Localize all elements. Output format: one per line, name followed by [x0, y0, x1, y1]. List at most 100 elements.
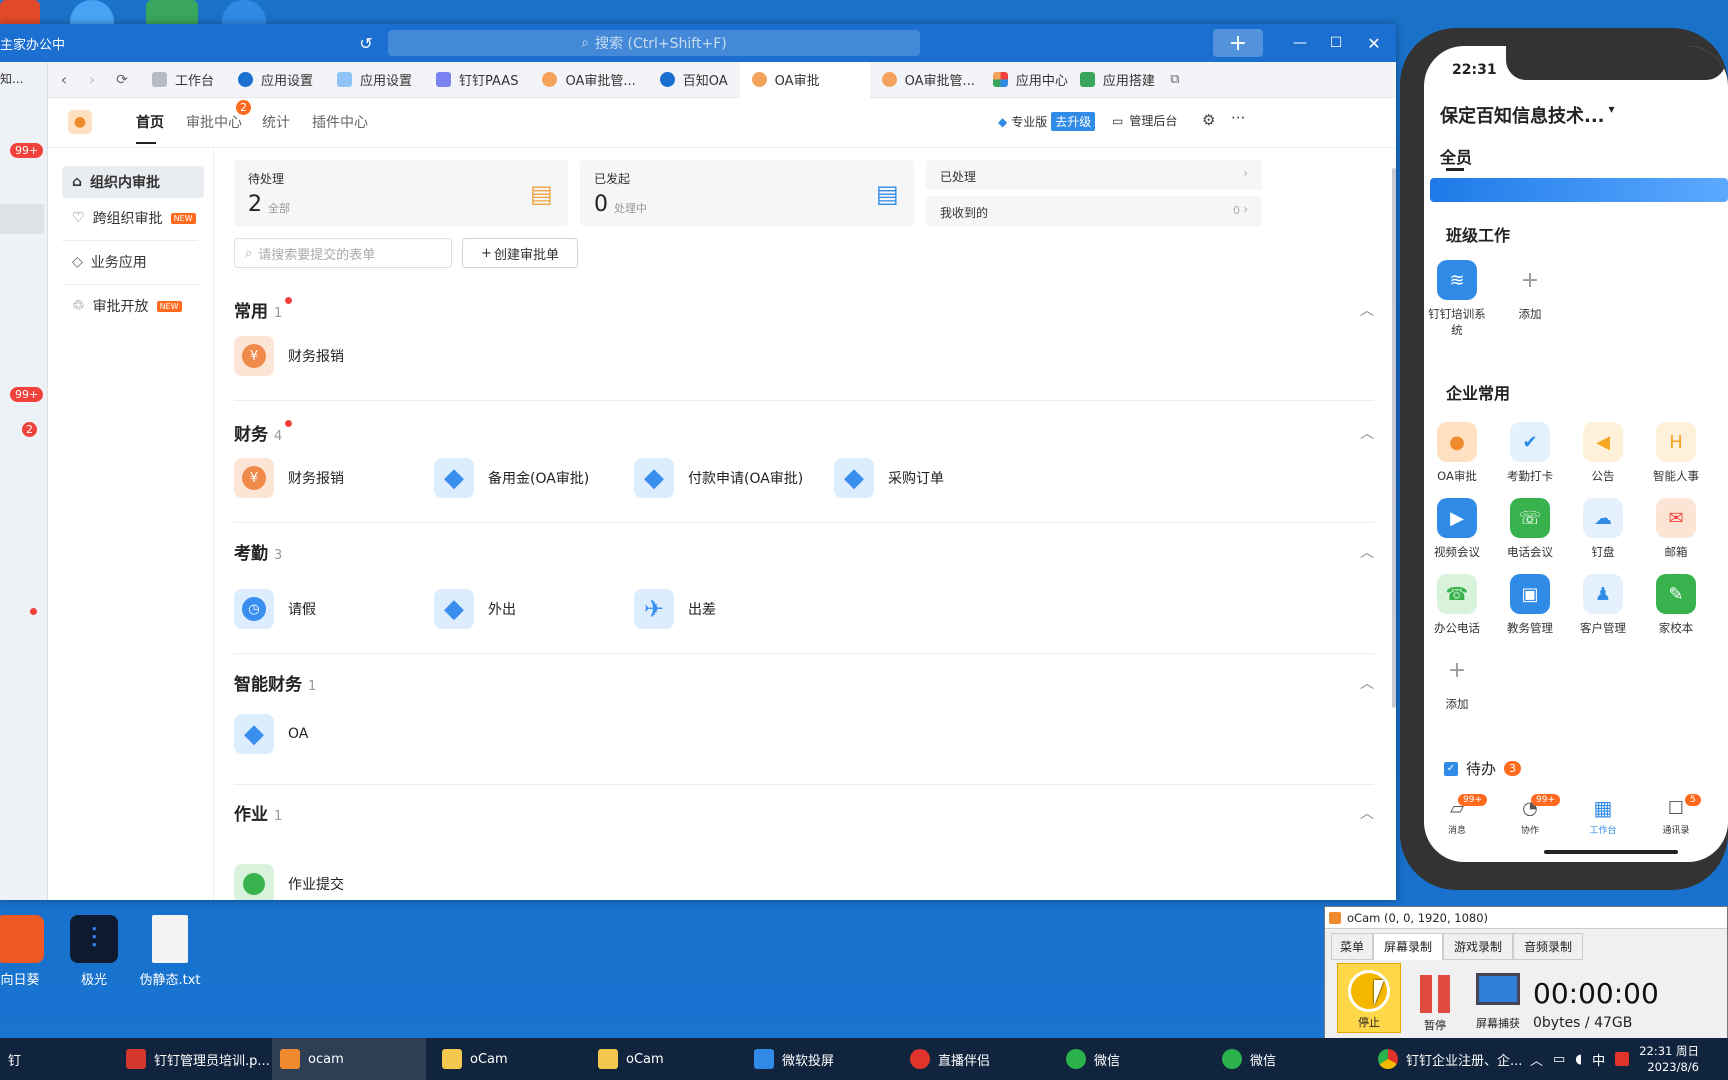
phone-app[interactable]: ▣ 教务管理	[1497, 574, 1563, 636]
taskbar-item[interactable]: 直播伴侣	[902, 1038, 998, 1080]
network-icon[interactable]: ▭	[1553, 1052, 1565, 1067]
tab-oa-manage[interactable]: OA审批管...	[530, 62, 647, 98]
sogou-icon[interactable]	[1615, 1052, 1630, 1066]
sidenav-open-approval[interactable]: ♲ 审批开放 NEW	[62, 290, 204, 322]
chevron-up-icon[interactable]: ︿	[1360, 300, 1374, 320]
desktop-icon-sunlogin[interactable]: 向日葵	[0, 915, 60, 988]
phone-app[interactable]: H 智能人事	[1643, 422, 1709, 484]
nav-stats[interactable]: 统计	[262, 112, 290, 132]
taskbar-item[interactable]: 钉钉企业注册、企...	[1370, 1038, 1530, 1080]
ocam-tab-screen[interactable]: 屏幕录制	[1373, 933, 1444, 960]
desktop-icon-txt[interactable]: 伪静态.txt	[130, 915, 210, 988]
tab-oa-approval[interactable]: OA审批	[739, 61, 870, 98]
phone-app[interactable]: ◀ 公告	[1570, 422, 1636, 484]
phone-nav-workbench[interactable]: ▦ 工作台	[1570, 794, 1636, 836]
taskbar-item[interactable]: ocam	[272, 1038, 426, 1080]
phone-app[interactable]: ✔ 考勤打卡	[1497, 422, 1563, 484]
upgrade-button[interactable]: 去升级	[1051, 112, 1096, 131]
phone-app-add[interactable]: + 添加	[1424, 650, 1490, 712]
sidenav-cross-org-approval[interactable]: ♡ 跨组织审批 NEW	[62, 202, 204, 234]
taskbar-item[interactable]: 钉	[0, 1038, 29, 1080]
more-icon[interactable]: ···	[1231, 109, 1245, 127]
form-item[interactable]: ◆ 采购订单	[834, 458, 944, 498]
taskbar-item[interactable]: 微信	[1058, 1038, 1128, 1080]
pro-edition[interactable]: ◆ 专业版 去升级	[998, 112, 1096, 131]
form-search-input[interactable]: ⌕ 请搜索要提交的表单	[234, 238, 452, 268]
sidenav-business-apps[interactable]: ◇ 业务应用	[62, 246, 204, 278]
form-item[interactable]: ◷ 请假	[234, 589, 316, 629]
minimize-icon[interactable]: —	[1290, 33, 1310, 53]
tab-app-settings-2[interactable]: 应用设置	[325, 62, 424, 98]
ime-indicator[interactable]: 中	[1592, 1050, 1605, 1069]
add-button[interactable]: +	[1213, 29, 1263, 57]
phone-nav-collab[interactable]: ◔ 协作 99+	[1497, 794, 1563, 836]
pending-card[interactable]: 待处理 2 全部 ▤	[234, 160, 568, 226]
close-icon[interactable]: ✕	[1364, 33, 1384, 53]
chevron-up-icon[interactable]: ︿	[1360, 423, 1374, 443]
form-item[interactable]: ◆ 备用金(OA审批)	[434, 458, 589, 498]
tab-baizhi-oa[interactable]: 百知OA	[648, 62, 740, 98]
gear-icon[interactable]: ⚙	[1202, 111, 1215, 129]
phone-app[interactable]: ● OA审批	[1424, 422, 1490, 484]
nav-plugins[interactable]: 插件中心	[312, 112, 368, 132]
chevron-up-icon[interactable]: ︿	[1360, 542, 1374, 562]
chevron-up-icon[interactable]: ︿	[1360, 803, 1374, 823]
sidebar-item-active[interactable]	[0, 204, 44, 234]
tab-app-settings[interactable]: 应用设置	[226, 62, 325, 98]
maximize-icon[interactable]: ☐	[1326, 33, 1346, 53]
phone-app[interactable]: ☏ 电话会议	[1497, 498, 1563, 560]
phone-app[interactable]: ≋ 钉钉培训系统	[1424, 260, 1490, 338]
popout-icon[interactable]: ⧉	[1161, 72, 1189, 87]
phone-tab-all[interactable]: 全员	[1440, 144, 1472, 168]
form-item[interactable]: ◆ 付款申请(OA审批)	[634, 458, 803, 498]
sidenav-internal-approval[interactable]: ⌂ 组织内审批	[62, 166, 204, 198]
ocam-pause-button[interactable]: 暂停	[1407, 963, 1463, 1033]
phone-app[interactable]: ☎ 办公电话	[1424, 574, 1490, 636]
received-card[interactable]: 我收到的 0 ›	[926, 196, 1262, 226]
global-search-input[interactable]: ⌕ 搜索 (Ctrl+Shift+F)	[388, 30, 920, 56]
tab-paas[interactable]: 钉钉PAAS	[424, 62, 530, 98]
form-item[interactable]: 作业提交	[234, 864, 344, 900]
form-item[interactable]: ◆ OA	[234, 714, 308, 754]
history-icon[interactable]: ↺	[356, 33, 376, 53]
phone-nav-messages[interactable]: ▱ 消息 99+	[1424, 794, 1490, 836]
scrollbar[interactable]	[1392, 168, 1396, 708]
back-icon[interactable]: ‹	[48, 70, 80, 89]
phone-app[interactable]: ✉ 邮箱	[1643, 498, 1709, 560]
taskbar-item[interactable]: oCam	[434, 1038, 516, 1080]
todo-row[interactable]: ✓ 待办 3	[1444, 758, 1522, 779]
ocam-tab-audio[interactable]: 音频录制	[1513, 933, 1584, 960]
phone-app[interactable]: ♟ 客户管理	[1570, 574, 1636, 636]
initiated-card[interactable]: 已发起 0 处理中 ▤	[580, 160, 914, 226]
banner[interactable]	[1430, 178, 1728, 202]
tab-workbench[interactable]: 工作台	[140, 62, 226, 98]
phone-app[interactable]: ▶ 视频会议	[1424, 498, 1490, 560]
handled-card[interactable]: 已处理 ›	[926, 160, 1262, 190]
phone-app[interactable]: ✎ 家校本	[1643, 574, 1709, 636]
nav-approval-center[interactable]: 审批中心	[186, 112, 242, 132]
org-switcher[interactable]: 保定百知信息技术... ▾	[1440, 102, 1615, 128]
desktop-icon-jiguang[interactable]: ⫶ 极光	[54, 915, 134, 988]
forward-icon[interactable]: ›	[80, 70, 104, 89]
ocam-tab-game[interactable]: 游戏录制	[1443, 933, 1514, 960]
taskbar-item[interactable]: oCam	[590, 1038, 672, 1080]
chevron-up-icon[interactable]: ︿	[1530, 1050, 1543, 1069]
ocam-capture-button[interactable]: 屏幕捕获	[1467, 963, 1529, 1033]
create-approval-button[interactable]: + 创建审批单	[462, 238, 578, 268]
taskbar-item[interactable]: 钉钉管理员培训.p...	[118, 1038, 278, 1080]
form-item[interactable]: ✈ 出差	[634, 589, 716, 629]
refresh-icon[interactable]: ⟳	[104, 72, 140, 88]
chevron-up-icon[interactable]: ︿	[1360, 673, 1374, 693]
volume-icon[interactable]: ◖	[1575, 1052, 1582, 1067]
tab-app-center[interactable]: 应用中心	[987, 62, 1074, 98]
phone-app[interactable]: ☁ 钉盘	[1570, 498, 1636, 560]
tab-app-build[interactable]: 应用搭建	[1074, 62, 1161, 98]
ocam-tab-menu[interactable]: 菜单	[1331, 933, 1374, 960]
admin-console-button[interactable]: ▭ 管理后台	[1112, 112, 1177, 129]
taskbar-item[interactable]: 微信	[1214, 1038, 1284, 1080]
clock[interactable]: 22:31 周日 2023/8/6	[1639, 1043, 1699, 1075]
phone-nav-contacts[interactable]: ☐ 通讯录 5	[1643, 794, 1709, 836]
nav-home[interactable]: 首页	[136, 112, 164, 132]
form-item[interactable]: ¥ 财务报销	[234, 336, 344, 376]
form-item[interactable]: ◆ 外出	[434, 589, 516, 629]
